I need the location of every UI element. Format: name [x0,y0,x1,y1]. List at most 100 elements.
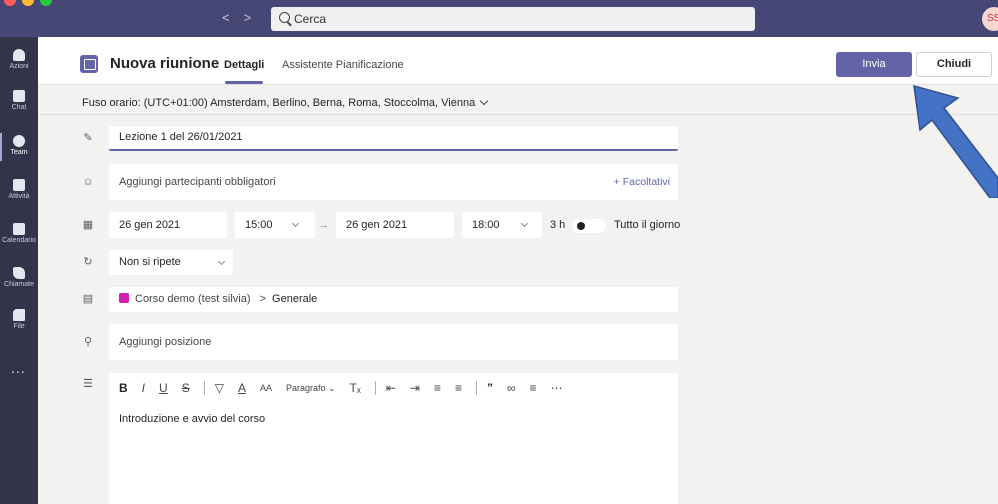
search-placeholder: Cerca [294,12,327,26]
back-icon[interactable]: < [222,10,244,25]
bullet-list-icon[interactable]: ≡ [434,381,441,395]
page-title: Nuova riunione [110,55,220,72]
meeting-title-field[interactable]: Lezione 1 del 26/01/2021 [109,126,678,151]
editor-body[interactable]: Introduzione e avvio del corso [119,413,265,425]
rail-item-attivita[interactable]: Attività [0,179,38,200]
underline-icon[interactable]: U [159,381,168,395]
minimize-window-button[interactable] [22,0,34,6]
rail-label: File [13,323,25,330]
rail-item-team[interactable]: Team [0,133,38,161]
channel-team: Corso demo (test silvia) [135,293,251,305]
numbered-list-icon[interactable]: ≡ [455,381,462,395]
avatar[interactable]: SS [982,7,998,31]
chevron-down-icon [291,219,300,228]
rich-text-editor[interactable]: B I U S ▽ A AA Paragrafo ⌄ Tₓ ⇤ ⇥ ≡ ≡ ” … [109,373,678,504]
paragraph-dropdown[interactable]: Paragrafo ⌄ [286,383,336,394]
search-input[interactable]: Cerca [271,7,755,31]
details-icon: ☰ [83,378,93,390]
rail-item-chat[interactable]: Chat [0,90,38,111]
rail-item-file[interactable]: File [0,309,38,330]
paragraph-label: Paragrafo [285,382,326,393]
rail-label: Chiamate [4,281,34,288]
timezone-label: Fuso orario: (UTC+01:00) Amsterdam, Berl… [82,97,476,109]
italic-icon[interactable]: I [142,381,145,395]
pencil-icon: ✎ [83,132,93,144]
more-apps-icon[interactable]: ... [11,360,26,376]
close-window-button[interactable] [4,0,16,6]
all-day-label: Tutto il giorno [614,219,681,231]
tab-details[interactable]: Dettagli [224,59,264,71]
start-time-picker[interactable]: 15:00 [235,212,315,238]
calendar-icon [13,223,25,235]
calendar-icon: ▦ [82,219,94,231]
rail-item-chiamate[interactable]: Chiamate [0,267,38,288]
tab-scheduling-assistant[interactable]: Assistente Pianificazione [282,59,404,71]
end-time-value: 18:00 [472,219,500,231]
window-controls [4,0,52,6]
forward-icon[interactable]: > [244,10,266,25]
divider [38,114,998,115]
rail-label: Calendario [2,237,36,244]
chevron-down-icon [479,96,489,106]
active-tab-indicator [225,81,263,84]
add-person-icon: ☺ [82,176,94,188]
required-attendees-input[interactable]: Aggiungi partecipanti obbligatori + Faco… [109,164,678,200]
more-options-icon[interactable]: ⋯ [551,381,563,395]
search-icon [279,12,290,23]
rail-item-azioni[interactable]: Azioni [0,49,38,70]
start-time-value: 15:00 [245,219,273,231]
link-icon[interactable]: ∞ [507,381,516,395]
rail-label: Azioni [9,63,29,70]
bold-icon[interactable]: B [119,381,128,395]
rail-label: Attività [8,193,30,200]
toolbar-separator [203,381,205,395]
team-color-icon [119,293,129,303]
rail-label: Chat [11,104,27,111]
attendees-placeholder: Aggiungi partecipanti obbligatori [119,176,276,188]
repeat-dropdown[interactable]: Non si ripete [109,250,233,275]
channel-separator: > [259,293,267,305]
send-button[interactable]: Invia [836,52,912,77]
start-date-picker[interactable]: 26 gen 2021 [109,212,227,238]
bell-icon [13,49,25,61]
horizontal-rule-icon[interactable]: ≡ [530,381,537,395]
repeat-icon: ↻ [83,256,93,268]
quote-icon[interactable]: ” [487,381,493,395]
strikethrough-icon[interactable]: S [182,381,190,395]
repeat-value: Non si ripete [119,256,181,268]
highlight-icon[interactable]: ▽ [215,381,224,395]
toolbar-separator [374,381,376,395]
font-color-icon[interactable]: A [238,381,246,395]
app-bar: Azioni Chat Team Attività Calendario Chi… [0,37,38,504]
clear-format-icon[interactable]: Tₓ [350,381,361,395]
duration-label: 3 h [550,219,566,231]
outdent-icon[interactable]: ⇤ [386,381,396,395]
channel-icon: ▤ [82,293,94,305]
all-day-toggle[interactable] [572,219,606,233]
timezone-selector[interactable]: Fuso orario: (UTC+01:00) Amsterdam, Berl… [82,96,489,109]
chat-icon [13,90,25,102]
location-icon: ⚲ [83,336,93,348]
chevron-down-icon [520,219,529,228]
annotation-arrow-icon [913,84,998,198]
maximize-window-button[interactable] [40,0,52,6]
meeting-header: Nuova riunione Dettagli Assistente Piani… [38,37,998,85]
toolbar-separator [475,381,477,395]
font-size-icon[interactable]: AA [260,383,272,393]
end-time-picker[interactable]: 18:00 [462,212,542,238]
indent-icon[interactable]: ⇥ [410,381,420,395]
end-date-picker[interactable]: 26 gen 2021 [336,212,454,238]
calendar-icon [80,55,98,73]
assignment-icon [13,179,25,191]
format-toolbar: B I U S ▽ A AA Paragrafo ⌄ Tₓ ⇤ ⇥ ≡ ≡ ” … [119,381,577,395]
location-input[interactable]: Aggiungi posizione [109,324,678,360]
phone-icon [13,267,25,279]
team-icon [13,135,25,147]
channel-picker[interactable]: Corso demo (test silvia) > Generale [109,287,678,312]
optional-attendees-link[interactable]: + Facoltativi [614,164,670,200]
channel-name: Generale [272,293,318,305]
close-button[interactable]: Chiudi [916,52,992,77]
rail-label: Team [10,149,28,156]
history-arrows: <> [222,10,265,25]
rail-item-calendario[interactable]: Calendario [0,223,38,244]
